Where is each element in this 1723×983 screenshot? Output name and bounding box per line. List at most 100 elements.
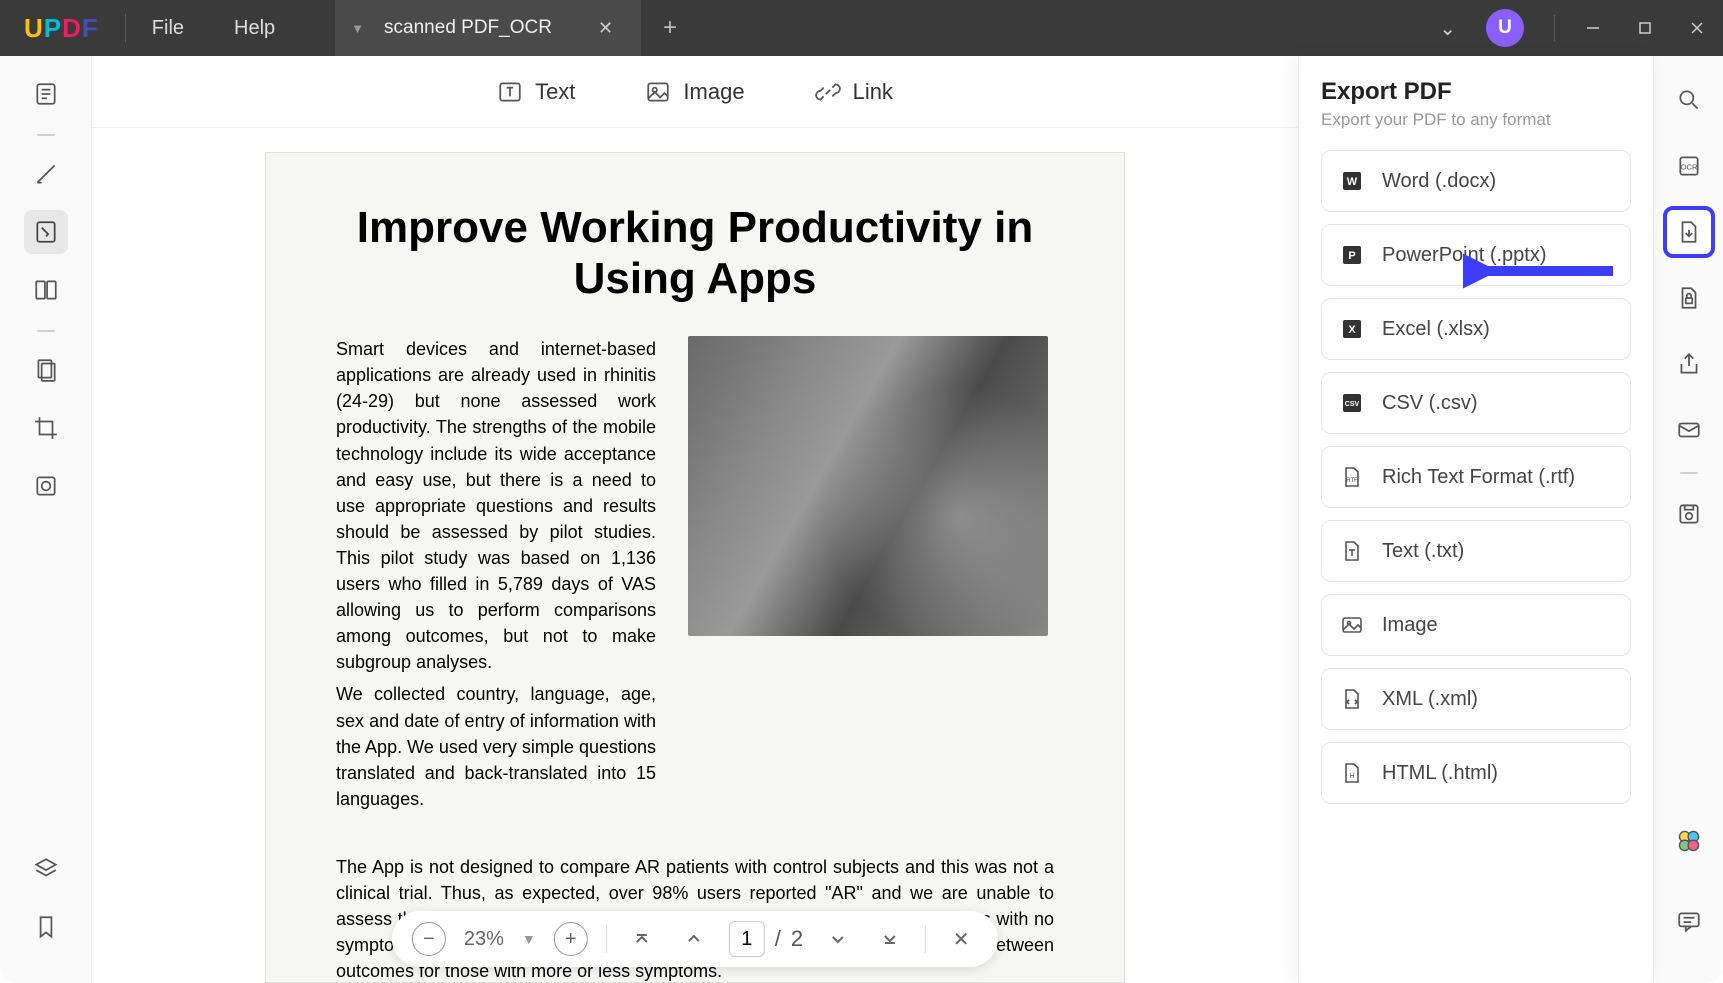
chevron-down-icon[interactable]: ⌄ [1439,16,1456,41]
save-icon[interactable] [1663,488,1715,540]
app-logo: UPDF [24,13,99,44]
export-html[interactable]: H HTML (.html) [1321,742,1631,804]
svg-text:CSV: CSV [1345,401,1360,408]
export-label: Rich Text Format (.rtf) [1382,466,1575,489]
tool-reader-icon[interactable] [24,72,68,116]
export-subtitle: Export your PDF to any format [1321,110,1631,130]
divider [925,925,926,953]
tab-title: scanned PDF_OCR [384,17,552,39]
svg-text:X: X [1348,324,1356,336]
export-label: CSV (.csv) [1382,392,1478,415]
export-label: Text (.txt) [1382,540,1464,563]
edit-image-label: Image [683,79,744,105]
share-icon[interactable] [1663,338,1715,390]
ocr-icon[interactable]: OCR [1663,140,1715,192]
export-label: Word (.docx) [1382,170,1496,193]
export-word[interactable]: W Word (.docx) [1321,150,1631,212]
tab-dropdown-icon[interactable]: ▼ [351,21,364,36]
zoom-level: 23% [464,928,504,951]
ai-icon[interactable] [1663,815,1715,867]
doc-paragraph: Smart devices and internet-based applica… [336,336,656,675]
tool-organize-icon[interactable] [24,348,68,392]
rtf-icon: RTF [1340,465,1364,489]
titlebar: UPDF File Help ▼ scanned PDF_OCR ✕ + ⌄ U [0,0,1723,56]
close-controls-button[interactable]: ✕ [944,922,978,956]
tool-comment-icon[interactable] [24,152,68,196]
page-indicator: / 2 [729,921,803,957]
page-sep: / [775,926,781,952]
edit-toolbar: Text Image Link [92,56,1298,128]
export-xml[interactable]: XML (.xml) [1321,668,1631,730]
excel-icon: X [1340,317,1364,341]
left-sidebar [0,56,92,983]
edit-link-label: Link [853,79,893,105]
export-label: PowerPoint (.pptx) [1382,244,1547,267]
export-rtf[interactable]: RTF Rich Text Format (.rtf) [1321,446,1631,508]
layers-icon[interactable] [24,847,68,891]
menu-file[interactable]: File [152,17,184,40]
export-label: XML (.xml) [1382,688,1478,711]
search-icon[interactable] [1663,74,1715,126]
export-panel: Export PDF Export your PDF to any format… [1298,56,1653,983]
edit-link-button[interactable]: Link [815,79,893,105]
bookmark-icon[interactable] [24,905,68,949]
export-pdf-icon[interactable] [1663,206,1715,258]
document-viewport[interactable]: Improve Working Productivity in Using Ap… [92,128,1298,983]
svg-text:W: W [1347,176,1358,188]
tool-crop-icon[interactable] [24,406,68,450]
window-controls: ⌄ U [1439,0,1723,56]
new-tab-button[interactable]: + [663,14,677,42]
next-page-button[interactable] [821,922,855,956]
doc-paragraph: We collected country, language, age, sex… [336,681,656,811]
tool-page-icon[interactable] [24,268,68,312]
first-page-button[interactable] [625,922,659,956]
tab-active[interactable]: ▼ scanned PDF_OCR ✕ [335,0,641,56]
close-button[interactable] [1671,0,1723,56]
tab-close-icon[interactable]: ✕ [592,18,619,39]
doc-heading: Improve Working Productivity in Using Ap… [336,203,1054,304]
prev-page-button[interactable] [677,922,711,956]
chat-icon[interactable] [1663,895,1715,947]
csv-icon: CSV [1340,391,1364,415]
svg-text:RTF: RTF [1346,478,1358,484]
mail-icon[interactable] [1663,404,1715,456]
divider [606,925,607,953]
txt-icon [1340,539,1364,563]
export-excel[interactable]: X Excel (.xlsx) [1321,298,1631,360]
edit-image-button[interactable]: Image [645,79,744,105]
export-title: Export PDF [1321,78,1631,106]
user-avatar[interactable]: U [1486,9,1524,47]
page-controls: − 23% ▼ + / 2 ✕ [392,911,998,967]
xml-icon [1340,687,1364,711]
right-sidebar: OCR [1653,56,1723,983]
export-csv[interactable]: CSV CSV (.csv) [1321,372,1631,434]
tool-edit-icon[interactable] [24,210,68,254]
powerpoint-icon: P [1340,243,1364,267]
export-label: Image [1382,614,1438,637]
protect-icon[interactable] [1663,272,1715,324]
edit-text-button[interactable]: Text [497,79,575,105]
image-icon [1340,613,1364,637]
export-txt[interactable]: Text (.txt) [1321,520,1631,582]
word-icon: W [1340,169,1364,193]
divider [37,330,55,332]
divider [37,134,55,136]
page-input[interactable] [729,921,765,957]
doc-image [688,336,1048,636]
tab-strip: ▼ scanned PDF_OCR ✕ + [335,0,677,56]
maximize-button[interactable] [1619,0,1671,56]
export-image[interactable]: Image [1321,594,1631,656]
document-page: Improve Working Productivity in Using Ap… [265,152,1125,983]
page-total: 2 [791,926,803,952]
export-powerpoint[interactable]: P PowerPoint (.pptx) [1321,224,1631,286]
zoom-dropdown-icon[interactable]: ▼ [522,931,536,947]
zoom-in-button[interactable]: + [554,922,588,956]
last-page-button[interactable] [873,922,907,956]
tool-watermark-icon[interactable] [24,464,68,508]
zoom-out-button[interactable]: − [412,922,446,956]
menu-help[interactable]: Help [234,17,275,40]
svg-text:P: P [1348,250,1355,262]
minimize-button[interactable] [1567,0,1619,56]
svg-text:OCR: OCR [1680,162,1697,171]
divider [125,14,126,42]
